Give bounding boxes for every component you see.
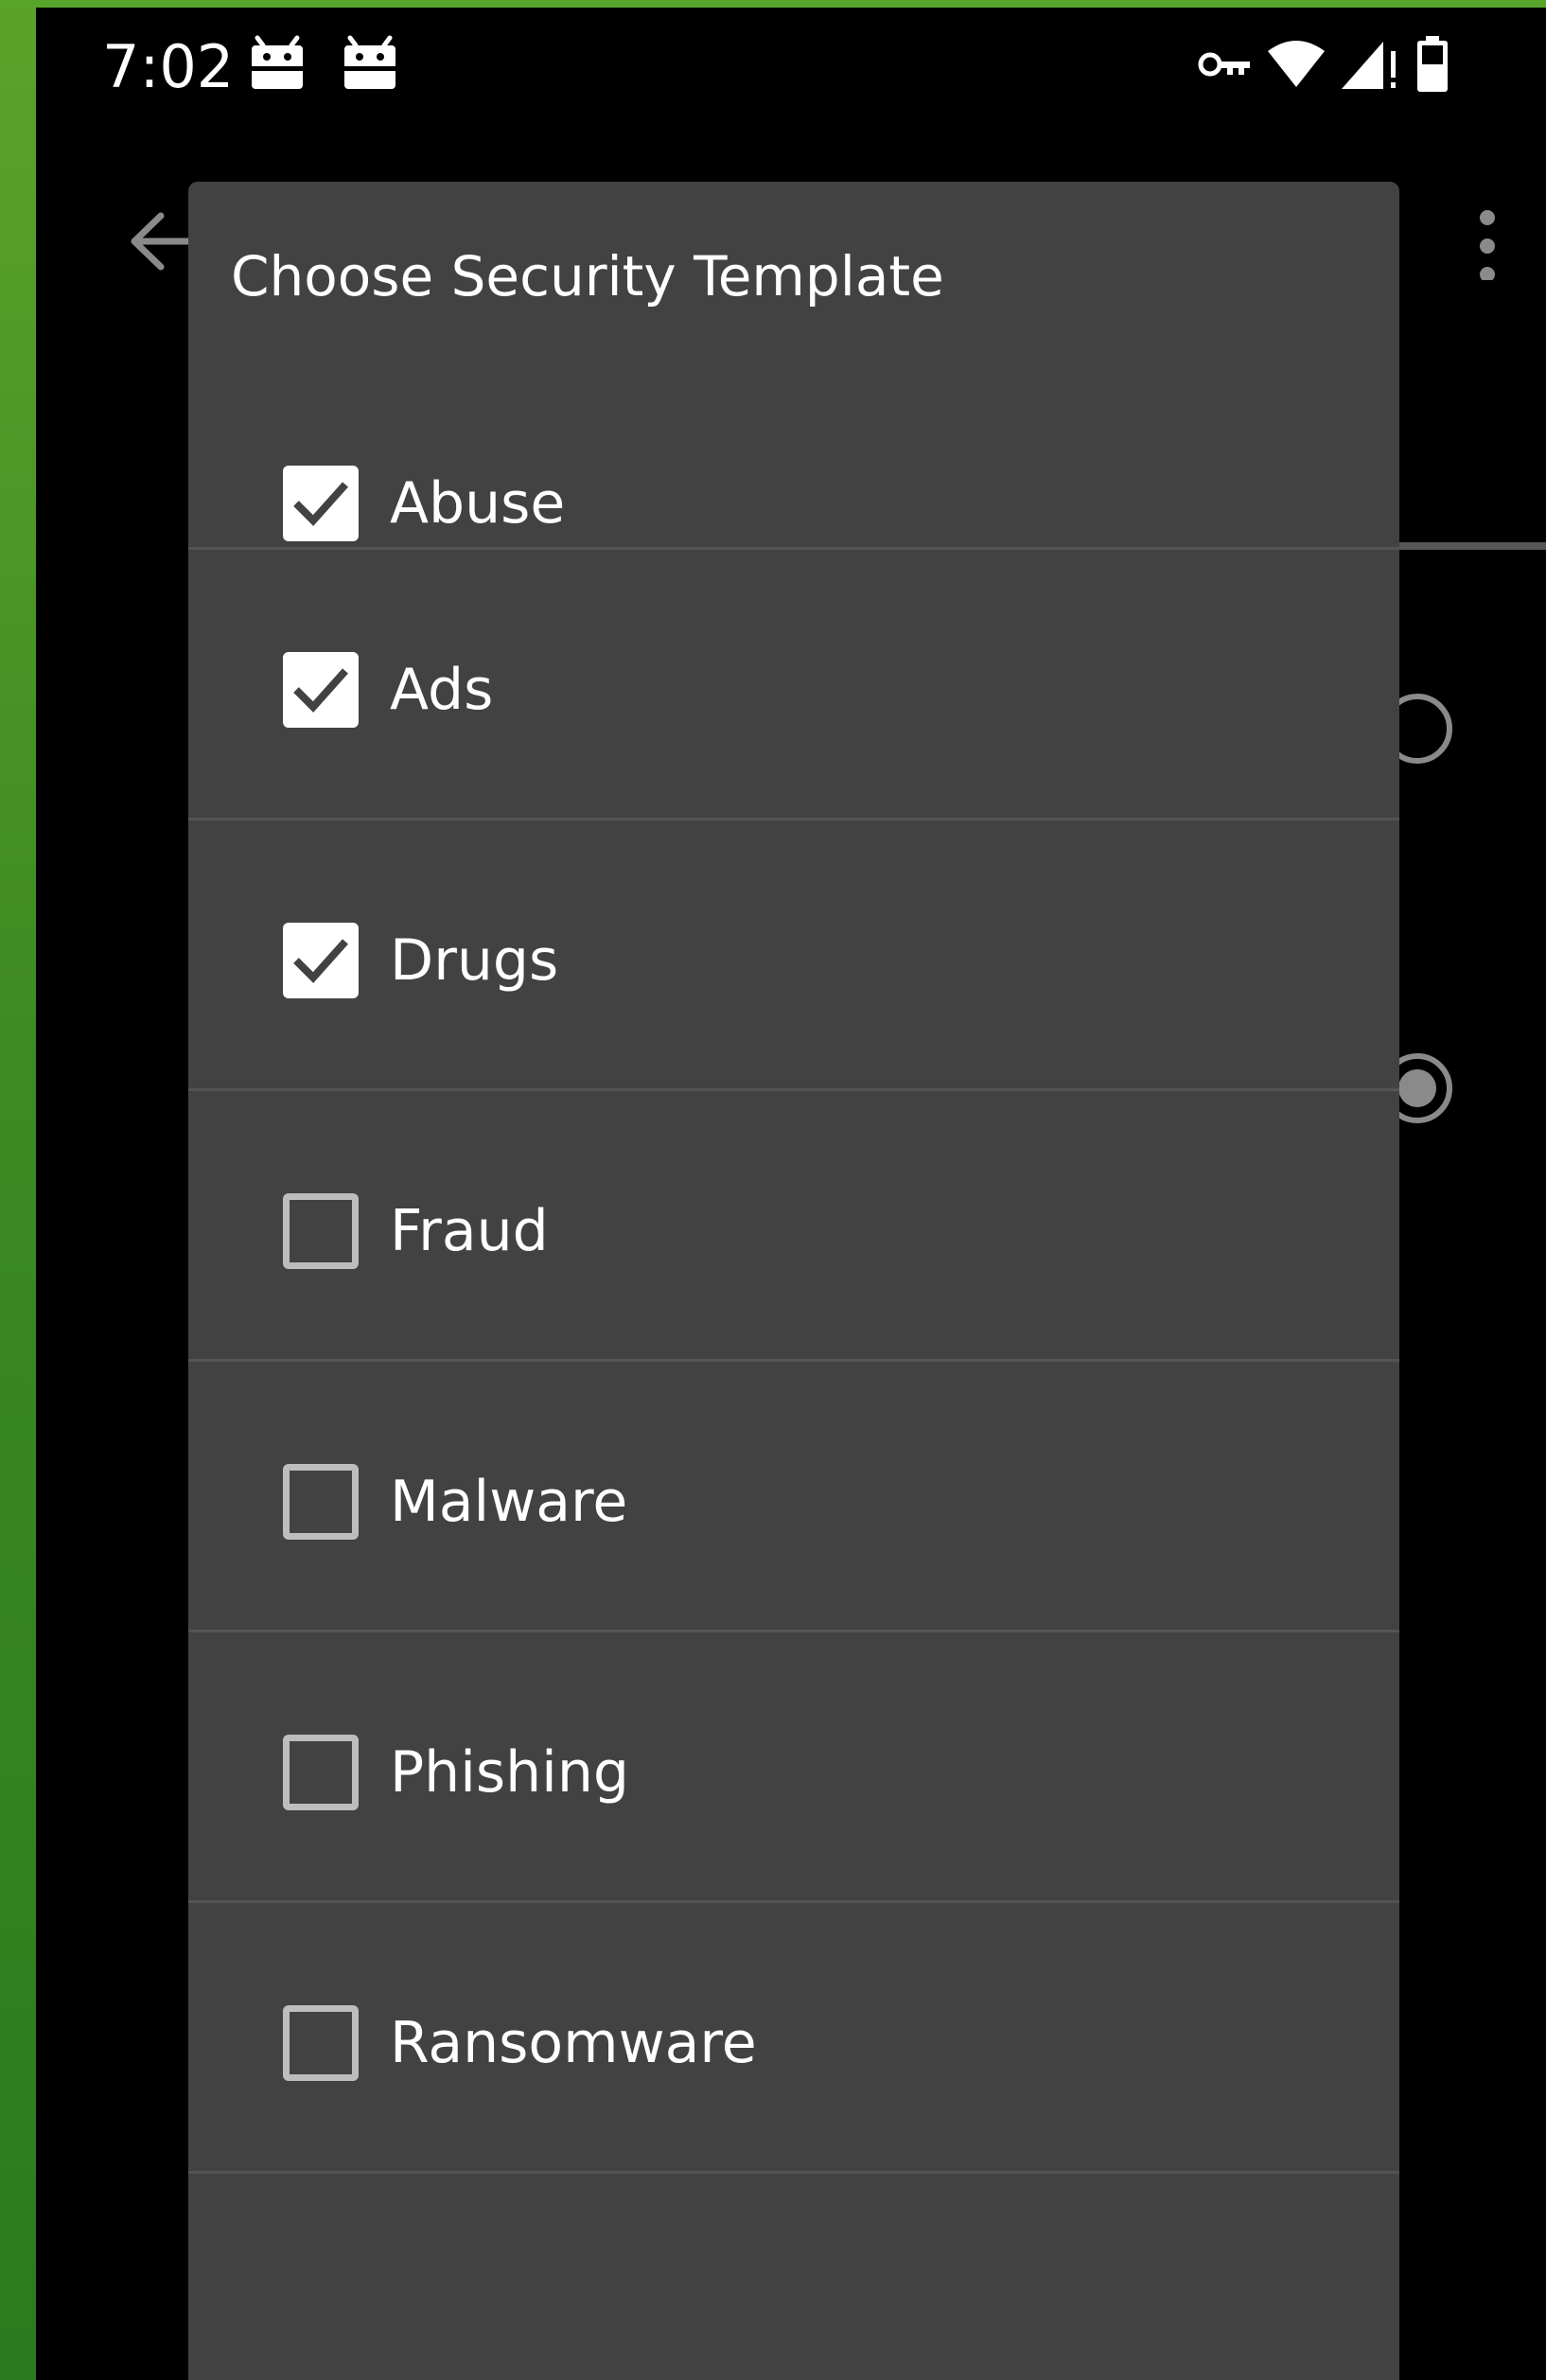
system-status-icons — [1198, 36, 1451, 97]
checkbox-checked-icon[interactable] — [283, 652, 359, 728]
option-abuse[interactable]: Abuse — [188, 182, 1399, 550]
android-notification-icon — [341, 34, 399, 93]
background-edge-top — [0, 0, 1546, 8]
option-malware[interactable]: Malware — [188, 1362, 1399, 1632]
option-phishing[interactable]: Phishing — [188, 1632, 1399, 1903]
battery-icon — [1414, 36, 1451, 97]
option-label: Fraud — [390, 1198, 549, 1264]
option-label: Drugs — [390, 927, 559, 994]
checkbox-checked-icon[interactable] — [283, 466, 359, 541]
screen: 7:02 Choose Security Template Abuse Ads … — [0, 0, 1546, 2380]
security-template-dialog: Choose Security Template Abuse Ads Drugs — [188, 182, 1399, 2380]
option-label: Ransomware — [390, 2010, 757, 2076]
background-edge — [0, 0, 36, 2380]
option-ads[interactable]: Ads — [188, 550, 1399, 820]
option-label: Phishing — [390, 1739, 629, 1806]
option-drugs[interactable]: Drugs — [188, 820, 1399, 1091]
option-label: Malware — [390, 1469, 628, 1535]
checkbox-unchecked-icon[interactable] — [283, 1193, 359, 1269]
background-divider — [1398, 542, 1546, 550]
signal-icon — [1340, 38, 1400, 95]
wifi-icon — [1266, 40, 1326, 93]
radio-selected-icon[interactable] — [1382, 1050, 1457, 1126]
checkbox-checked-icon[interactable] — [283, 923, 359, 998]
option-label: Abuse — [390, 470, 566, 537]
checkbox-unchecked-icon[interactable] — [283, 2005, 359, 2081]
checkbox-unchecked-icon[interactable] — [283, 1464, 359, 1540]
android-notification-icon — [248, 34, 307, 93]
option-ransomware[interactable]: Ransomware — [188, 1903, 1399, 2174]
status-time: 7:02 — [102, 32, 235, 101]
template-option-list: Abuse Ads Drugs Fraud Malware Phishing R… — [188, 456, 1399, 2174]
radio-unselected-icon[interactable] — [1382, 691, 1457, 767]
checkbox-unchecked-icon[interactable] — [283, 1735, 359, 1810]
more-vert-icon[interactable] — [1468, 195, 1506, 282]
option-fraud[interactable]: Fraud — [188, 1091, 1399, 1362]
option-label: Ads — [390, 657, 494, 723]
vpn-key-icon — [1198, 45, 1253, 87]
status-bar: 7:02 — [36, 8, 1546, 126]
